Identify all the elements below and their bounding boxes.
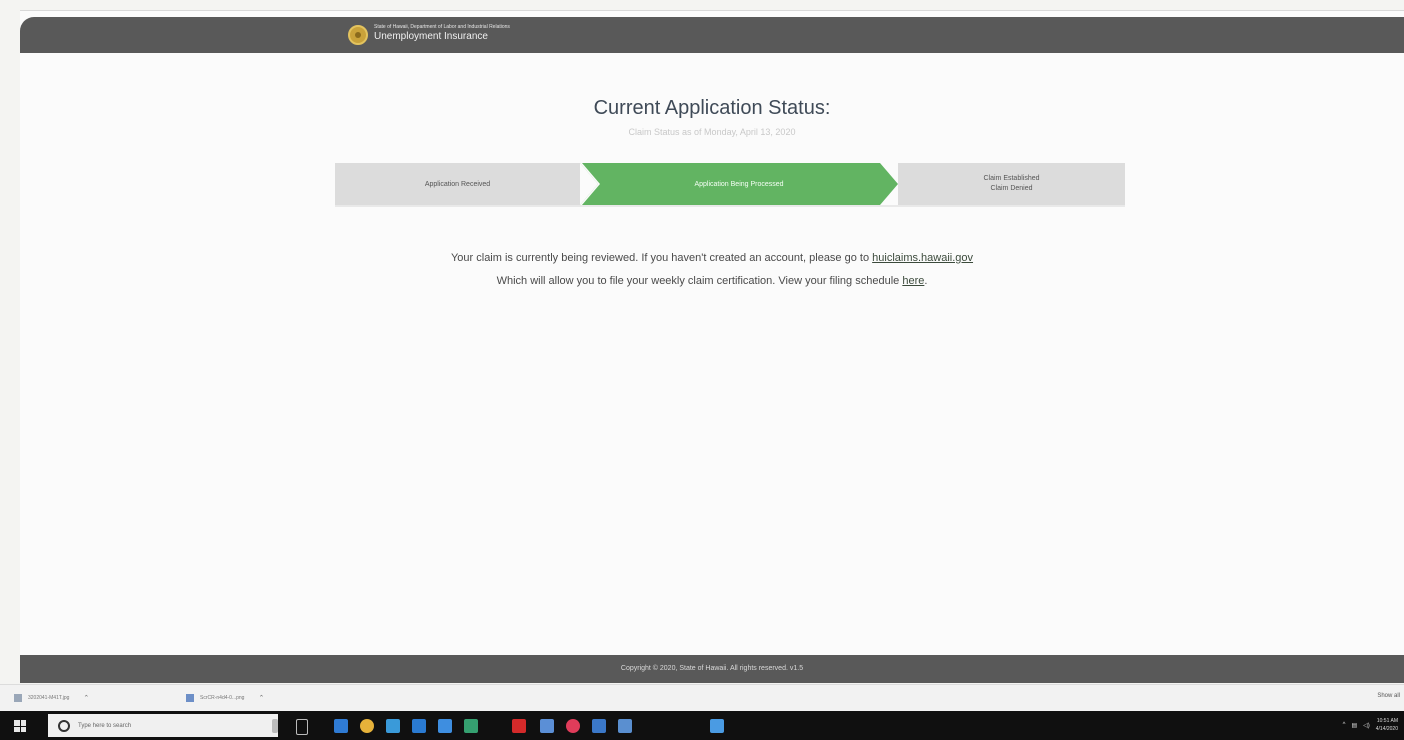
file-explorer-icon[interactable] [386, 719, 400, 733]
agency-line1: State of Hawaii, Department of Labor and… [374, 24, 510, 30]
windows-start-icon[interactable] [14, 720, 26, 732]
copyright-text: Copyright © 2020, State of Hawaii. All r… [620, 665, 804, 672]
download-bar: 3202041-M41T.jpg ⌃ ScrCR-n4d4-0...png ⌃ … [0, 684, 1404, 711]
excel-icon[interactable] [464, 719, 478, 733]
system-tray: ^ ▤ ◁) 10:51 AM 4/14/2020 [1343, 717, 1398, 733]
microphone-icon[interactable] [272, 719, 278, 733]
stepper-shadow [335, 205, 1125, 207]
chrome-icon[interactable] [360, 719, 374, 733]
site-footer: Copyright © 2020, State of Hawaii. All r… [20, 655, 1404, 683]
message-period: . [924, 275, 928, 287]
edge-icon[interactable] [334, 719, 348, 733]
step-application-processing: Application Being Processed [580, 163, 898, 205]
message-text: Your claim is currently being reviewed. … [450, 252, 873, 264]
taskbar-search-input[interactable]: Type here to search [48, 714, 278, 737]
status-date: Claim Status as of Monday, April 13, 202… [628, 127, 796, 137]
app-icon[interactable] [412, 719, 426, 733]
browser-page: State of Hawaii, Department of Labor and… [20, 10, 1404, 683]
clock-date: 4/14/2020 [1375, 726, 1398, 732]
message-line-2: Which will allow you to file your weekly… [20, 270, 1404, 293]
agency-name: State of Hawaii, Department of Labor and… [374, 24, 510, 43]
step-claim-outcome: Claim Established Claim Denied [898, 163, 1125, 205]
download-filename: 3202041-M41T.jpg [28, 695, 70, 701]
download-filename: ScrCR-n4d4-0...png [200, 695, 245, 701]
show-all-button[interactable]: Show all [1377, 693, 1400, 699]
status-stepper: Application Received Claim Established C… [335, 163, 1125, 207]
acrobat-icon[interactable] [512, 719, 526, 733]
step-label-established: Claim Established [983, 175, 1040, 182]
app-icon[interactable] [438, 719, 452, 733]
clock-time: 10:51 AM [1376, 718, 1398, 724]
site-header: State of Hawaii, Department of Labor and… [20, 17, 1404, 53]
app-icon[interactable] [566, 719, 580, 733]
step-label-denied: Claim Denied [990, 185, 1033, 192]
message-text: Which will allow you to file your weekly… [496, 275, 903, 287]
status-message: Your claim is currently being reviewed. … [20, 247, 1404, 293]
message-line-1: Your claim is currently being reviewed. … [20, 247, 1404, 270]
network-icon[interactable]: ▤ [1351, 722, 1357, 729]
task-view-icon[interactable] [296, 719, 308, 735]
image-file-icon [186, 694, 194, 702]
huiclaims-link[interactable]: huiclaims.hawaii.gov [872, 252, 973, 264]
chevron-up-icon[interactable]: ⌃ [258, 694, 264, 702]
filing-schedule-link[interactable]: here [902, 275, 924, 287]
chevron-up-icon[interactable]: ⌃ [83, 694, 89, 702]
step-label: Application Received [424, 180, 491, 188]
image-file-icon [14, 694, 22, 702]
notifications-chevron-icon[interactable]: ^ [1343, 722, 1346, 728]
page-title: Current Application Status: [593, 97, 831, 119]
search-placeholder: Type here to search [78, 722, 132, 729]
download-item[interactable]: 3202041-M41T.jpg ⌃ [14, 689, 89, 707]
search-icon [58, 719, 70, 732]
app-icon[interactable] [618, 719, 632, 733]
step-label: Application Being Processed [694, 180, 784, 188]
windows-taskbar: Type here to search ^ ▤ ◁) 10:51 AM 4/14… [0, 711, 1404, 740]
download-item[interactable]: ScrCR-n4d4-0...png ⌃ [186, 689, 264, 707]
volume-icon[interactable]: ◁) [1363, 722, 1370, 729]
state-seal-icon [348, 25, 368, 45]
agency-line2: Unemployment Insurance [374, 31, 488, 42]
app-icon[interactable] [710, 719, 724, 733]
step-application-received: Application Received [335, 163, 580, 205]
clock[interactable]: 10:51 AM 4/14/2020 [1376, 717, 1398, 733]
app-icon[interactable] [592, 719, 606, 733]
app-icon[interactable] [540, 719, 554, 733]
